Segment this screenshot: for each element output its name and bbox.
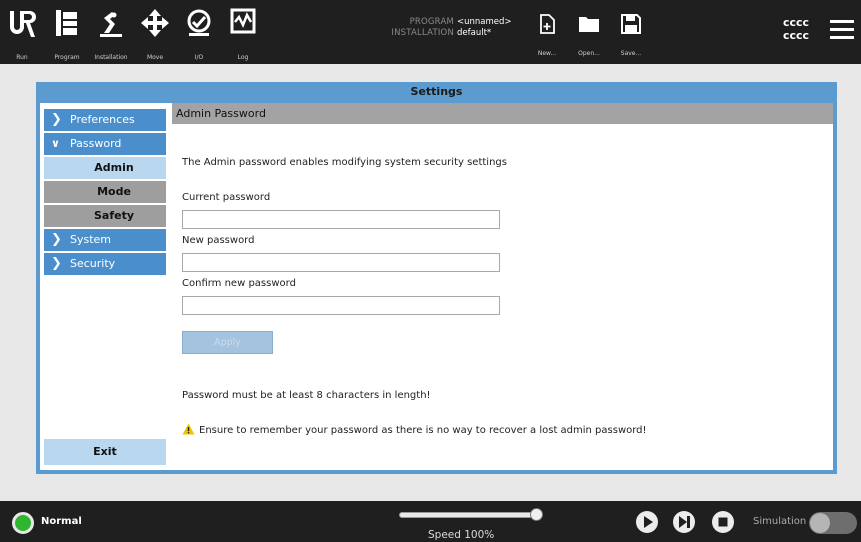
chevron-right-icon: ❯ [51, 256, 62, 271]
warning-text: Ensure to remember your password as ther… [199, 425, 647, 436]
nav-password-label: Password [70, 137, 122, 150]
robot-status-label: Normal [41, 516, 82, 527]
speed-slider[interactable] [399, 512, 537, 518]
tab-move[interactable]: Move [135, 8, 175, 61]
speed-label: Speed 100% [428, 529, 495, 541]
program-key: PROGRAM [409, 17, 454, 27]
tab-program[interactable]: Program [47, 8, 87, 61]
tab-label: Log [237, 54, 249, 61]
current-password-label: Current password [182, 192, 271, 203]
new-button[interactable]: New... [530, 14, 564, 60]
top-toolbar: Run Program Installation Move I/O Log PR… [0, 0, 861, 64]
warning-row: Ensure to remember your password as ther… [182, 423, 647, 436]
new-password-field[interactable] [182, 253, 500, 272]
status-bar: Normal Speed 100% Simulation [0, 501, 861, 542]
open-label: Open... [578, 50, 600, 57]
nav-safety[interactable]: Safety [44, 205, 166, 227]
program-info: PROGRAM <unnamed> INSTALLATION default* [370, 17, 512, 39]
user-info: cccc cccc [783, 16, 809, 42]
simulation-toggle[interactable] [809, 512, 857, 534]
tab-io[interactable]: I/O [179, 8, 219, 61]
tab-label: Move [146, 54, 164, 61]
user-line-2: cccc [783, 29, 810, 42]
length-note: Password must be at least 8 characters i… [182, 390, 431, 401]
new-label: New... [537, 50, 557, 57]
open-button[interactable]: Open... [572, 14, 606, 60]
nav-security[interactable]: ❯ Security [44, 253, 166, 275]
nav-system[interactable]: ❯ System [44, 229, 166, 251]
save-button[interactable]: Save... [614, 14, 648, 60]
move-arrows-icon [141, 9, 169, 37]
admin-password-section: Admin Password The Admin password enable… [172, 103, 833, 470]
step-icon [679, 516, 690, 528]
simulation-label: Simulation [753, 516, 807, 527]
hamburger-menu-icon[interactable] [830, 20, 854, 40]
stop-button[interactable] [712, 511, 734, 533]
nav-preferences-label: Preferences [70, 113, 135, 126]
settings-nav: ❯ Preferences ∨ Password Admin Mode Safe… [44, 109, 166, 277]
confirm-password-label: Confirm new password [182, 278, 296, 289]
play-button[interactable] [636, 511, 658, 533]
robot-status-icon[interactable] [12, 512, 34, 534]
tab-log[interactable]: Log [223, 8, 263, 61]
user-line-1: cccc [783, 16, 810, 29]
nav-admin[interactable]: Admin [44, 157, 166, 179]
tab-label: Run [16, 54, 28, 61]
io-icon [187, 9, 211, 36]
settings-body: ❯ Preferences ∨ Password Admin Mode Safe… [40, 103, 833, 470]
nav-password[interactable]: ∨ Password [44, 133, 166, 155]
chevron-down-icon: ∨ [51, 137, 60, 150]
play-icon [644, 516, 653, 528]
section-heading: Admin Password [172, 103, 833, 124]
exit-button[interactable]: Exit [44, 439, 166, 465]
new-password-label: New password [182, 235, 255, 246]
speed-slider-handle[interactable] [530, 508, 543, 521]
installation-name: default* [457, 28, 492, 38]
tab-run[interactable]: Run [2, 8, 42, 61]
nav-safety-label: Safety [93, 209, 135, 222]
installation-icon [100, 12, 122, 37]
chevron-right-icon: ❯ [51, 232, 62, 247]
nav-preferences[interactable]: ❯ Preferences [44, 109, 166, 131]
nav-security-label: Security [70, 257, 116, 270]
new-file-icon [540, 14, 555, 34]
program-icon [56, 10, 77, 36]
nav-mode-label: Mode [97, 185, 131, 198]
warning-icon [182, 423, 195, 435]
settings-title: Settings [410, 85, 463, 98]
current-password-field[interactable] [182, 210, 500, 229]
description-text: The Admin password enables modifying sys… [182, 157, 507, 168]
stop-icon [718, 517, 728, 527]
ur-logo-icon [10, 11, 36, 37]
log-icon [230, 8, 256, 34]
apply-button[interactable]: Apply [182, 331, 273, 354]
chevron-right-icon: ❯ [51, 112, 62, 127]
step-button[interactable] [673, 511, 695, 533]
nav-mode[interactable]: Mode [44, 181, 166, 203]
nav-admin-label: Admin [94, 161, 134, 174]
tab-label: Installation [94, 54, 128, 61]
tab-installation[interactable]: Installation [91, 8, 131, 61]
save-label: Save... [620, 50, 642, 57]
save-icon [621, 14, 641, 34]
tab-label: Program [54, 54, 80, 61]
confirm-password-field[interactable] [182, 296, 500, 315]
tab-label: I/O [194, 54, 204, 61]
settings-panel: Settings ❯ Preferences ∨ Password Admin … [36, 82, 837, 474]
installation-key: INSTALLATION [391, 28, 454, 38]
program-name: <unnamed> [457, 17, 512, 27]
nav-system-label: System [70, 233, 112, 246]
folder-icon [579, 17, 599, 32]
